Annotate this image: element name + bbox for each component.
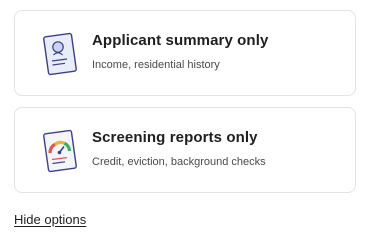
option-card-applicant-summary[interactable]: Applicant summary only Income, residenti…: [14, 10, 356, 96]
option-subtitle: Income, residential history: [92, 59, 220, 71]
options-panel: Applicant summary only Income, residenti…: [0, 0, 373, 244]
applicant-summary-icon: [41, 31, 79, 77]
option-subtitle: Credit, eviction, background checks: [92, 156, 266, 168]
hide-options-link[interactable]: Hide options: [14, 212, 86, 227]
option-title: Applicant summary only: [92, 32, 269, 49]
screening-report-icon: [41, 128, 79, 174]
option-card-screening-reports[interactable]: Screening reports only Credit, eviction,…: [14, 107, 356, 193]
option-title: Screening reports only: [92, 129, 258, 146]
